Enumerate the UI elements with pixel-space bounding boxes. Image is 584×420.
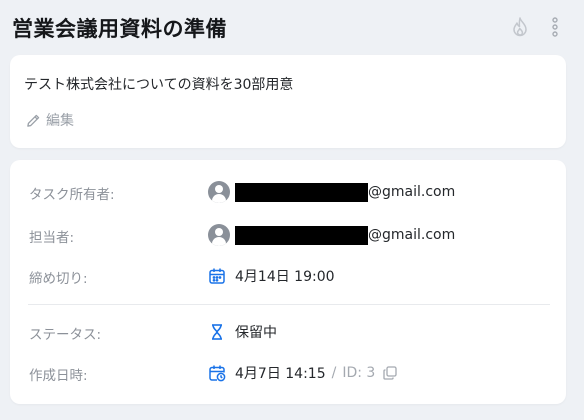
created-row: 作成日時: 4月7日 14:15 / ID: 3	[10, 361, 566, 385]
user-avatar-icon	[208, 181, 230, 203]
edit-button-label: 編集	[46, 113, 74, 129]
status-label: ステータス:	[29, 327, 102, 343]
owner-label: タスク所有者:	[29, 187, 115, 203]
assignee-email-redacted	[235, 225, 368, 245]
assignee-value: @gmail.com	[208, 223, 455, 247]
status-value: 保留中	[208, 320, 277, 344]
user-avatar-icon	[208, 224, 230, 246]
page-title: 営業会議用資料の準備	[12, 17, 227, 41]
task-description: テスト株式会社についての資料を30部用意	[24, 77, 294, 93]
details-card: タスク所有者: @gmail.com 担当者: @gmail.com 締め切り:	[10, 160, 566, 404]
edit-button[interactable]: 編集	[26, 110, 74, 130]
assignee-row: 担当者: @gmail.com	[10, 223, 566, 247]
owner-email-redacted	[235, 182, 368, 202]
owner-row: タスク所有者: @gmail.com	[10, 180, 566, 204]
more-vertical-icon[interactable]	[545, 16, 565, 38]
owner-email-domain: @gmail.com	[368, 184, 456, 200]
copy-id-button[interactable]	[383, 366, 397, 380]
flame-icon[interactable]	[510, 16, 530, 38]
owner-value: @gmail.com	[208, 180, 455, 204]
assignee-label: 担当者:	[29, 230, 75, 246]
assignee-email-domain: @gmail.com	[368, 227, 456, 243]
deadline-label: 締め切り:	[29, 271, 88, 287]
created-text: 4月7日 14:15	[235, 366, 326, 382]
created-label: 作成日時:	[29, 368, 88, 384]
description-card: テスト株式会社についての資料を30部用意 編集	[10, 55, 566, 148]
task-header: 営業会議用資料の準備	[0, 0, 584, 56]
copy-icon	[383, 366, 397, 380]
task-id: ID: 3	[342, 365, 376, 381]
deadline-text: 4月14日 19:00	[235, 269, 335, 285]
hourglass-icon	[212, 324, 222, 340]
separator: /	[331, 365, 337, 381]
status-text: 保留中	[235, 325, 277, 341]
deadline-value: 4月14日 19:00	[208, 264, 335, 288]
status-row: ステータス: 保留中	[10, 320, 566, 344]
calendar-clock-icon	[209, 365, 226, 382]
created-value: 4月7日 14:15 / ID: 3	[208, 361, 397, 385]
pencil-icon	[27, 114, 40, 127]
divider	[28, 304, 550, 305]
calendar-icon	[209, 268, 225, 284]
deadline-row: 締め切り: 4月14日 19:00	[10, 264, 566, 288]
